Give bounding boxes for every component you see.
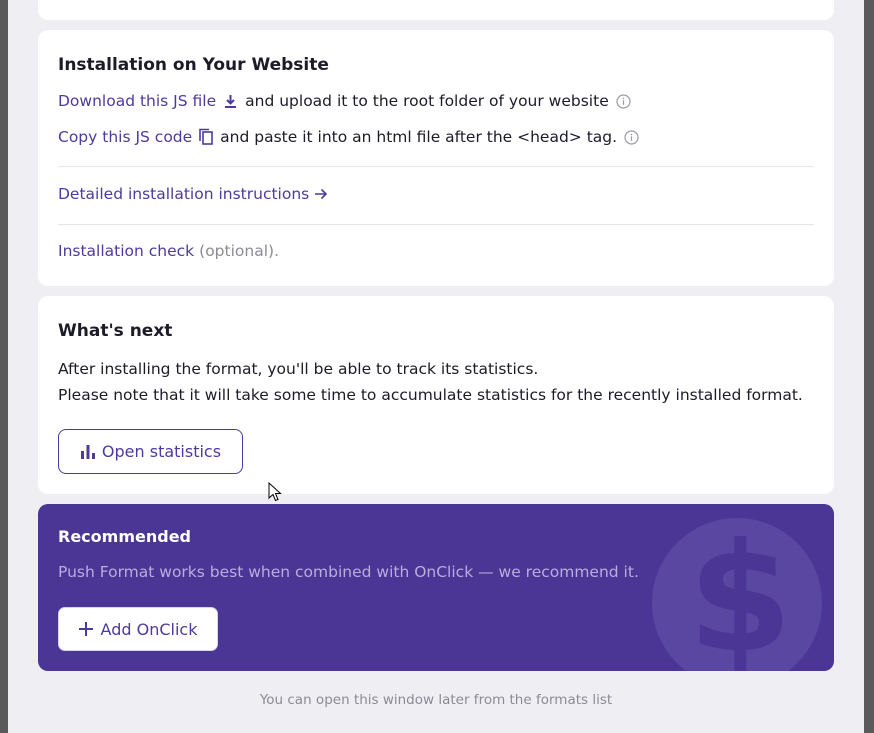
download-instruction: and upload it to the root folder of your…	[245, 92, 609, 110]
open-statistics-label: Open statistics	[101, 442, 222, 461]
download-js-link[interactable]: Download this JS file	[58, 92, 216, 110]
add-onclick-label: Add OnClick	[100, 619, 198, 639]
check-row: Installation check (optional).	[58, 242, 279, 260]
copy-js-link[interactable]: Copy this JS code	[58, 128, 192, 146]
installation-title: Installation on Your Website	[58, 55, 329, 75]
bar-chart-icon	[80, 444, 96, 459]
plus-icon	[78, 622, 93, 636]
copy-icon[interactable]	[198, 128, 214, 146]
instructions-row: Detailed installation instructions	[58, 185, 328, 203]
installation-card: Installation on Your Website Download th…	[38, 30, 834, 286]
open-statistics-button[interactable]: Open statistics	[58, 429, 243, 474]
installation-check-link[interactable]: Installation check	[58, 242, 194, 260]
mouse-cursor-icon	[268, 481, 282, 506]
download-icon[interactable]	[224, 94, 237, 109]
whats-next-line-2: Please note that it will take some time …	[58, 386, 803, 404]
divider	[58, 166, 814, 167]
detailed-instructions-link[interactable]: Detailed installation instructions	[58, 185, 309, 203]
footer-note: You can open this window later from the …	[259, 692, 613, 708]
copy-row: Copy this JS code and paste it into an h…	[58, 128, 639, 146]
recommended-text: Push Format works best when combined wit…	[58, 563, 639, 581]
add-onclick-button[interactable]: Add OnClick	[58, 607, 218, 651]
previous-card	[38, 0, 834, 20]
info-icon[interactable]	[616, 93, 631, 109]
recommended-card: $ Recommended Push Format works best whe…	[38, 504, 834, 671]
copy-instruction: and paste it into an html file after the…	[220, 128, 618, 146]
divider	[58, 224, 814, 225]
recommended-title: Recommended	[58, 527, 191, 546]
whats-next-line-1: After installing the format, you'll be a…	[58, 360, 539, 378]
whats-next-card: What's next After installing the format,…	[38, 296, 834, 494]
info-icon[interactable]	[624, 129, 639, 145]
optional-label: (optional).	[199, 242, 279, 260]
arrow-right-icon[interactable]	[314, 188, 328, 200]
download-row: Download this JS file and upload it to t…	[58, 92, 631, 110]
whats-next-title: What's next	[58, 321, 173, 341]
install-modal: Installation on Your Website Download th…	[8, 0, 864, 733]
dollar-sign-icon: $	[688, 512, 793, 671]
